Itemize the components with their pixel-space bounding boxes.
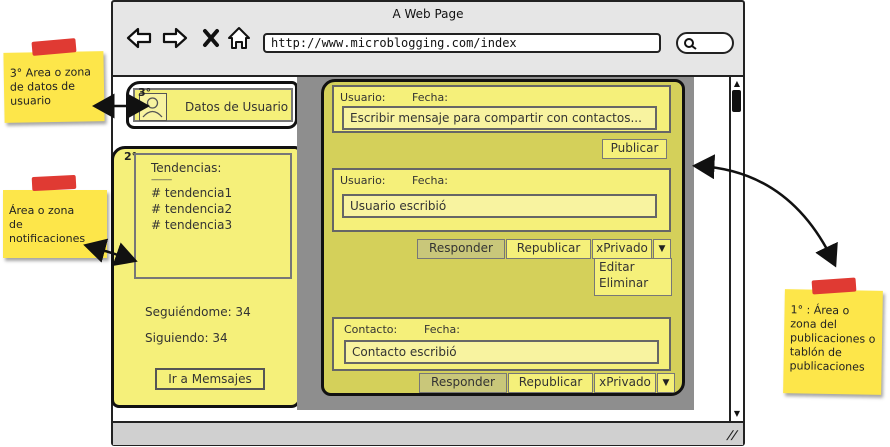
sticky-note-text: Área o zona de notificaciones (9, 204, 86, 245)
private-button[interactable]: xPrivado (594, 373, 656, 393)
search-icon (684, 38, 697, 50)
publish-button[interactable]: Publicar (602, 139, 667, 159)
sticky-note-user-area: 3° Area o zona de datos de usuario (3, 51, 105, 123)
post-author-label: Contacto: (344, 323, 398, 336)
sticky-note-text: 1° : Área o zona del publicaciones o tab… (789, 303, 876, 374)
home-icon[interactable] (225, 24, 253, 52)
post-date-label: Fecha: (424, 323, 460, 336)
chevron-down-icon[interactable]: ▼ (657, 373, 675, 393)
zone-number: 3° (138, 86, 152, 99)
trends-box: Tendencias: --------- # tendencia1 # ten… (134, 153, 292, 279)
status-bar: // (113, 421, 743, 445)
repost-button[interactable]: Republicar (508, 373, 593, 393)
trend-link[interactable]: # tendencia3 (151, 217, 290, 233)
compose-message-input[interactable]: Escribir mensaje para compartir con cont… (342, 106, 657, 130)
scroll-up-icon[interactable]: ▲ (732, 79, 742, 89)
resize-grip-icon[interactable]: // (726, 428, 740, 442)
window-title: A Web Page (392, 7, 464, 21)
tape-decoration (31, 174, 77, 192)
scroll-down-icon[interactable]: ▼ (732, 409, 742, 419)
stop-x-icon[interactable] (197, 24, 225, 52)
notifications-zone: 2° Tendencias: --------- # tendencia1 # … (111, 146, 301, 408)
menu-item-edit[interactable]: Editar (599, 259, 671, 275)
menu-item-delete[interactable]: Eliminar (599, 275, 671, 291)
sticky-note-posts-area: 1° : Área o zona del publicaciones o tab… (783, 289, 883, 395)
post-date-label: Fecha: (412, 174, 448, 187)
trend-link[interactable]: # tendencia2 (151, 201, 290, 217)
user-data-zone: Datos de Usuario 3° (126, 81, 298, 129)
chevron-down-icon[interactable]: ▼ (653, 239, 671, 259)
sticky-note-text: 3° Area o zona de datos de usuario (9, 65, 92, 108)
post-text: Contacto escribió (344, 340, 659, 364)
vertical-scrollbar[interactable]: ▲ ▼ (729, 75, 743, 421)
compose-date-label: Fecha: (412, 91, 448, 104)
private-button[interactable]: xPrivado (592, 239, 652, 259)
forward-arrow-icon[interactable] (161, 24, 189, 52)
trend-link[interactable]: # tendencia1 (151, 185, 290, 201)
post-options-menu: Editar Eliminar (594, 258, 672, 296)
repost-button[interactable]: Republicar (506, 239, 591, 259)
url-bar[interactable]: http://www.microblogging.com/index (263, 33, 661, 53)
followers-count[interactable]: Seguiéndome: 34 (145, 305, 251, 319)
user-data-box[interactable]: Datos de Usuario (133, 88, 293, 122)
trends-title: Tendencias: (151, 161, 222, 175)
reply-button[interactable]: Responder (419, 373, 507, 393)
reply-button[interactable]: Responder (417, 239, 505, 259)
back-arrow-icon[interactable] (125, 24, 153, 52)
user-data-label: Datos de Usuario (185, 100, 289, 114)
compose-user-label: Usuario: (340, 91, 386, 104)
scroll-thumb[interactable] (732, 90, 741, 112)
post-card: Contacto: Fecha: Contacto escribió (332, 317, 671, 371)
sticky-note-notifications-area: Área o zona de notificaciones (3, 190, 107, 258)
post-author-label: Usuario: (340, 174, 386, 187)
post-text: Usuario escribió (342, 194, 657, 218)
search-field[interactable] (676, 32, 734, 54)
post-card: Usuario: Fecha: Usuario escribió (332, 168, 671, 232)
go-to-messages-button[interactable]: Ir a Memsajes (155, 368, 265, 390)
posts-timeline: Usuario: Fecha: Escribir mensaje para co… (321, 79, 685, 396)
trends-divider: --------- (151, 175, 172, 185)
compose-card: Usuario: Fecha: Escribir mensaje para co… (332, 85, 671, 133)
following-count[interactable]: Siguiendo: 34 (145, 331, 228, 345)
